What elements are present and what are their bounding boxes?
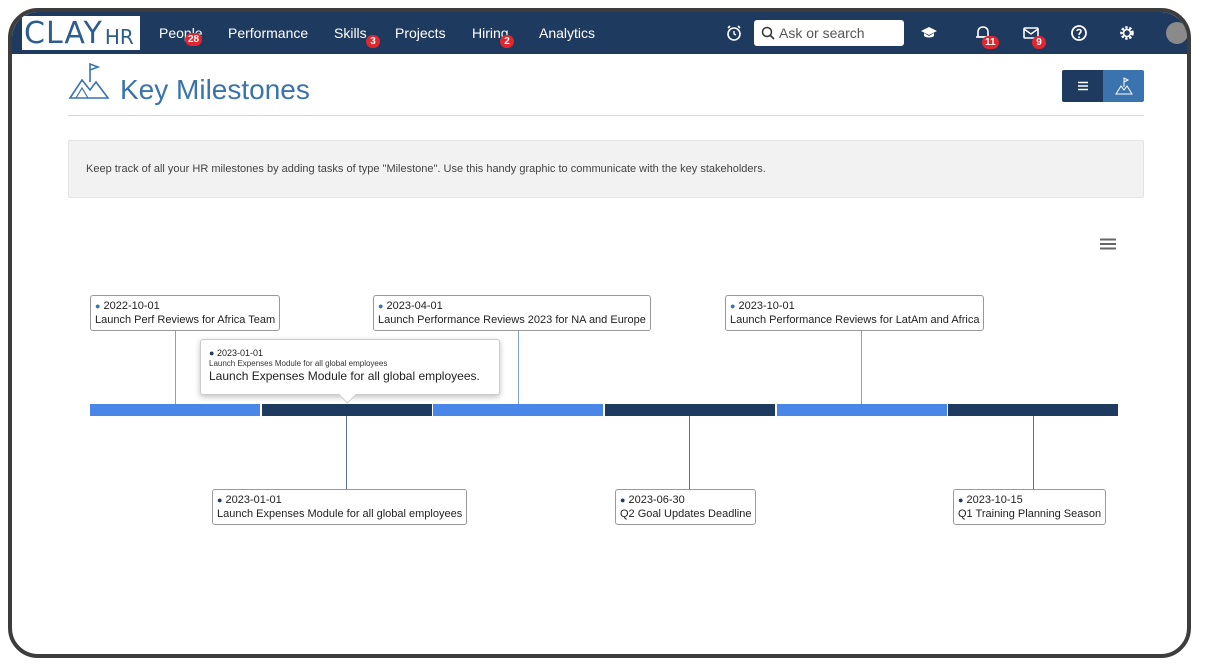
page-title: Key Milestones <box>120 74 310 105</box>
timeline-segment-1 <box>90 404 260 416</box>
top-navbar: CLAY HR People 28 Performance Skills 3 P… <box>12 12 1187 54</box>
user-avatar[interactable] <box>1166 22 1187 44</box>
chart-menu-icon[interactable] <box>1100 238 1116 250</box>
timeline-segment-4 <box>605 404 775 416</box>
milestone-card[interactable]: ● 2023-10-15 Q1 Training Planning Season <box>953 489 1107 525</box>
milestone-card[interactable]: ● 2022-10-01 Launch Perf Reviews for Afr… <box>90 295 281 331</box>
milestone-date: 2023-06-30 <box>628 494 685 506</box>
nav-analytics[interactable]: Analytics <box>539 25 595 41</box>
milestone-card[interactable]: ● 2023-01-01 Launch Expenses Module for … <box>212 489 468 525</box>
nav-projects-label: Projects <box>395 25 446 41</box>
messages-badge: 9 <box>1032 36 1046 49</box>
bullet: ● <box>209 348 215 358</box>
stem-bottom-3 <box>1033 416 1034 490</box>
milestone-label: Q1 Training Planning Season <box>958 508 1102 520</box>
logo-main-text: CLAY <box>24 16 103 51</box>
view-toggle <box>1062 70 1144 102</box>
milestone-date: 2023-04-01 <box>386 300 443 312</box>
logo-sub-text: HR <box>104 25 134 49</box>
milestone-label: Launch Expenses Module for all global em… <box>217 508 463 520</box>
tooltip-date: 2023-01-01 <box>216 348 263 358</box>
nav-analytics-label: Analytics <box>539 25 596 41</box>
nav-people[interactable]: People 28 <box>159 25 203 46</box>
milestone-label: Q2 Goal Updates Deadline <box>620 508 752 520</box>
header-divider <box>68 115 1144 116</box>
milestone-card[interactable]: ● 2023-06-30 Q2 Goal Updates Deadline <box>615 489 757 525</box>
nav-performance[interactable]: Performance <box>228 25 308 41</box>
milestone-label: Launch Perf Reviews for Africa Team <box>95 314 276 326</box>
people-badge: 28 <box>185 33 203 46</box>
tooltip-title: Launch Expenses Module for all global em… <box>209 369 480 383</box>
list-view-button[interactable] <box>1062 70 1103 102</box>
help-icon[interactable] <box>1070 24 1088 42</box>
milestone-date: 2023-10-01 <box>738 300 795 312</box>
milestone-tooltip: ● 2023-01-01 Launch Expenses Module for … <box>200 339 500 404</box>
alarm-clock-icon[interactable] <box>725 24 743 42</box>
bullet: ● <box>95 301 101 311</box>
bullet: ● <box>730 301 736 311</box>
milestone-view-button[interactable] <box>1103 70 1144 102</box>
hiring-badge: 2 <box>500 35 514 48</box>
notifications-badge: 11 <box>982 36 999 49</box>
timeline-segment-6 <box>948 404 1118 416</box>
bullet: ● <box>620 495 626 505</box>
tooltip-caret <box>338 385 357 404</box>
nav-projects[interactable]: Projects <box>395 25 446 41</box>
timeline-segment-5 <box>777 404 947 416</box>
clayhr-logo[interactable]: CLAY HR <box>22 16 140 50</box>
milestone-date: 2023-01-01 <box>225 494 282 506</box>
stem-top-2 <box>518 327 519 404</box>
nav-skills[interactable]: Skills 3 <box>334 25 380 48</box>
search-box[interactable]: Ask or search <box>754 20 904 46</box>
milestone-label: Launch Performance Reviews for LatAm and… <box>730 314 980 326</box>
stem-top-3 <box>861 327 862 404</box>
milestone-view-icon <box>1114 77 1133 95</box>
settings-gear-icon[interactable] <box>1118 24 1136 42</box>
search-placeholder: Ask or search <box>779 25 865 41</box>
learning-icon[interactable] <box>920 24 938 42</box>
skills-badge: 3 <box>366 35 380 48</box>
app-frame: CLAY HR People 28 Performance Skills 3 P… <box>8 8 1191 658</box>
bullet: ● <box>378 301 384 311</box>
info-text: Keep track of all your HR milestones by … <box>86 163 766 175</box>
info-panel: Keep track of all your HR milestones by … <box>68 140 1144 198</box>
stem-bottom-2 <box>689 416 690 490</box>
milestone-label: Launch Performance Reviews 2023 for NA a… <box>378 314 646 326</box>
milestone-date: 2023-10-15 <box>966 494 1023 506</box>
tooltip-subtitle: Launch Expenses Module for all global em… <box>209 359 388 368</box>
milestone-mountain-flag-icon <box>68 62 110 99</box>
stem-bottom-1 <box>346 416 347 490</box>
bullet: ● <box>217 495 223 505</box>
list-icon <box>1077 81 1088 91</box>
timeline-segment-2 <box>262 404 432 416</box>
timeline-segment-3 <box>433 404 603 416</box>
nav-skills-label: Skills <box>334 25 367 41</box>
milestone-date: 2022-10-01 <box>103 300 160 312</box>
nav-performance-label: Performance <box>228 25 309 41</box>
search-icon <box>761 26 775 40</box>
milestone-card[interactable]: ● 2023-04-01 Launch Performance Reviews … <box>373 295 651 331</box>
milestone-card[interactable]: ● 2023-10-01 Launch Performance Reviews … <box>725 295 985 331</box>
nav-hiring[interactable]: Hiring 2 <box>472 25 514 48</box>
bullet: ● <box>958 495 964 505</box>
stem-top-1 <box>175 327 176 404</box>
